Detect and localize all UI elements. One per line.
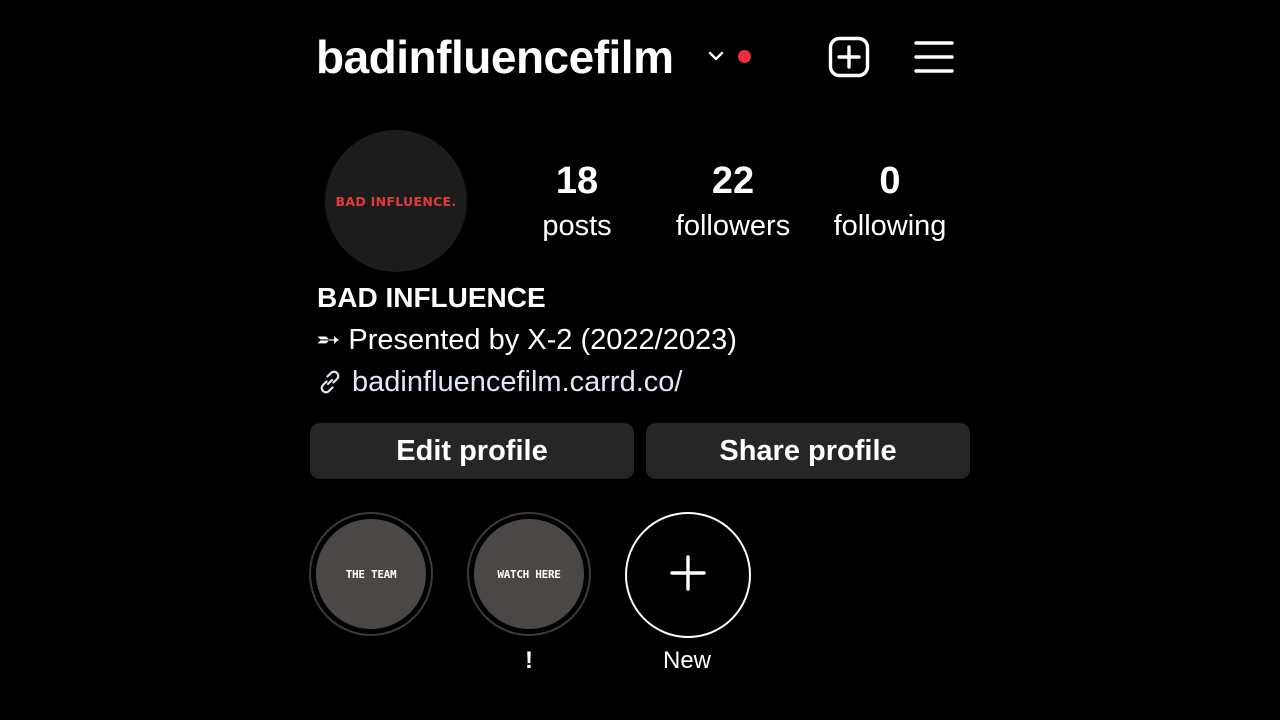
highlight-ring: THE TEAM bbox=[309, 512, 433, 636]
stat-following[interactable]: 0 following bbox=[820, 158, 960, 246]
stat-followers-value: 22 bbox=[711, 160, 755, 202]
bio-link[interactable]: badinfluencefilm.carrd.co/ bbox=[316, 363, 682, 401]
highlight-cover: WATCH HERE bbox=[474, 519, 584, 629]
username-title[interactable]: badinfluencefilm bbox=[316, 30, 674, 84]
highlight-cover-text: WATCH HERE bbox=[497, 567, 561, 581]
profile-header: badinfluencefilm bbox=[316, 26, 976, 90]
plus-icon bbox=[668, 553, 708, 598]
hamburger-menu-icon[interactable] bbox=[914, 38, 954, 76]
stat-following-label: following bbox=[833, 210, 947, 242]
stat-posts[interactable]: 18 posts bbox=[507, 158, 647, 246]
profile-display-name: BAD INFLUENCE bbox=[317, 282, 546, 313]
chevron-down-icon[interactable] bbox=[706, 46, 726, 66]
new-highlight-button[interactable]: New bbox=[625, 512, 751, 676]
edit-profile-button[interactable]: Edit profile bbox=[310, 423, 634, 479]
stat-posts-value: 18 bbox=[555, 160, 599, 202]
stat-following-value: 0 bbox=[879, 160, 901, 202]
plus-square-icon[interactable] bbox=[828, 36, 870, 78]
highlight-watch-here[interactable]: WATCH HERE ! bbox=[467, 512, 591, 676]
bio-link-text[interactable]: badinfluencefilm.carrd.co/ bbox=[352, 363, 682, 401]
highlight-ring: WATCH HERE bbox=[467, 512, 591, 636]
highlight-label: ! bbox=[525, 647, 533, 674]
highlight-the-team[interactable]: THE TEAM bbox=[309, 512, 433, 676]
avatar-logo-text: BAD INFLUENCE. bbox=[335, 193, 457, 209]
new-highlight-label: New bbox=[662, 647, 711, 674]
stat-followers[interactable]: 22 followers bbox=[663, 158, 803, 246]
share-profile-button[interactable]: Share profile bbox=[646, 423, 970, 479]
new-highlight-ring bbox=[625, 512, 751, 638]
profile-page: badinfluencefilm BAD INFLUENCE. 18 posts… bbox=[0, 0, 1280, 720]
highlight-cover: THE TEAM bbox=[316, 519, 426, 629]
notification-dot bbox=[738, 50, 751, 63]
bio-text: ➵ Presented by X-2 (2022/2023) bbox=[316, 324, 737, 356]
stat-followers-label: followers bbox=[675, 210, 791, 242]
highlight-label bbox=[309, 646, 433, 676]
link-icon bbox=[316, 368, 344, 396]
avatar[interactable]: BAD INFLUENCE. bbox=[325, 130, 467, 272]
highlight-cover-text: THE TEAM bbox=[345, 567, 397, 581]
stat-posts-label: posts bbox=[542, 210, 612, 242]
